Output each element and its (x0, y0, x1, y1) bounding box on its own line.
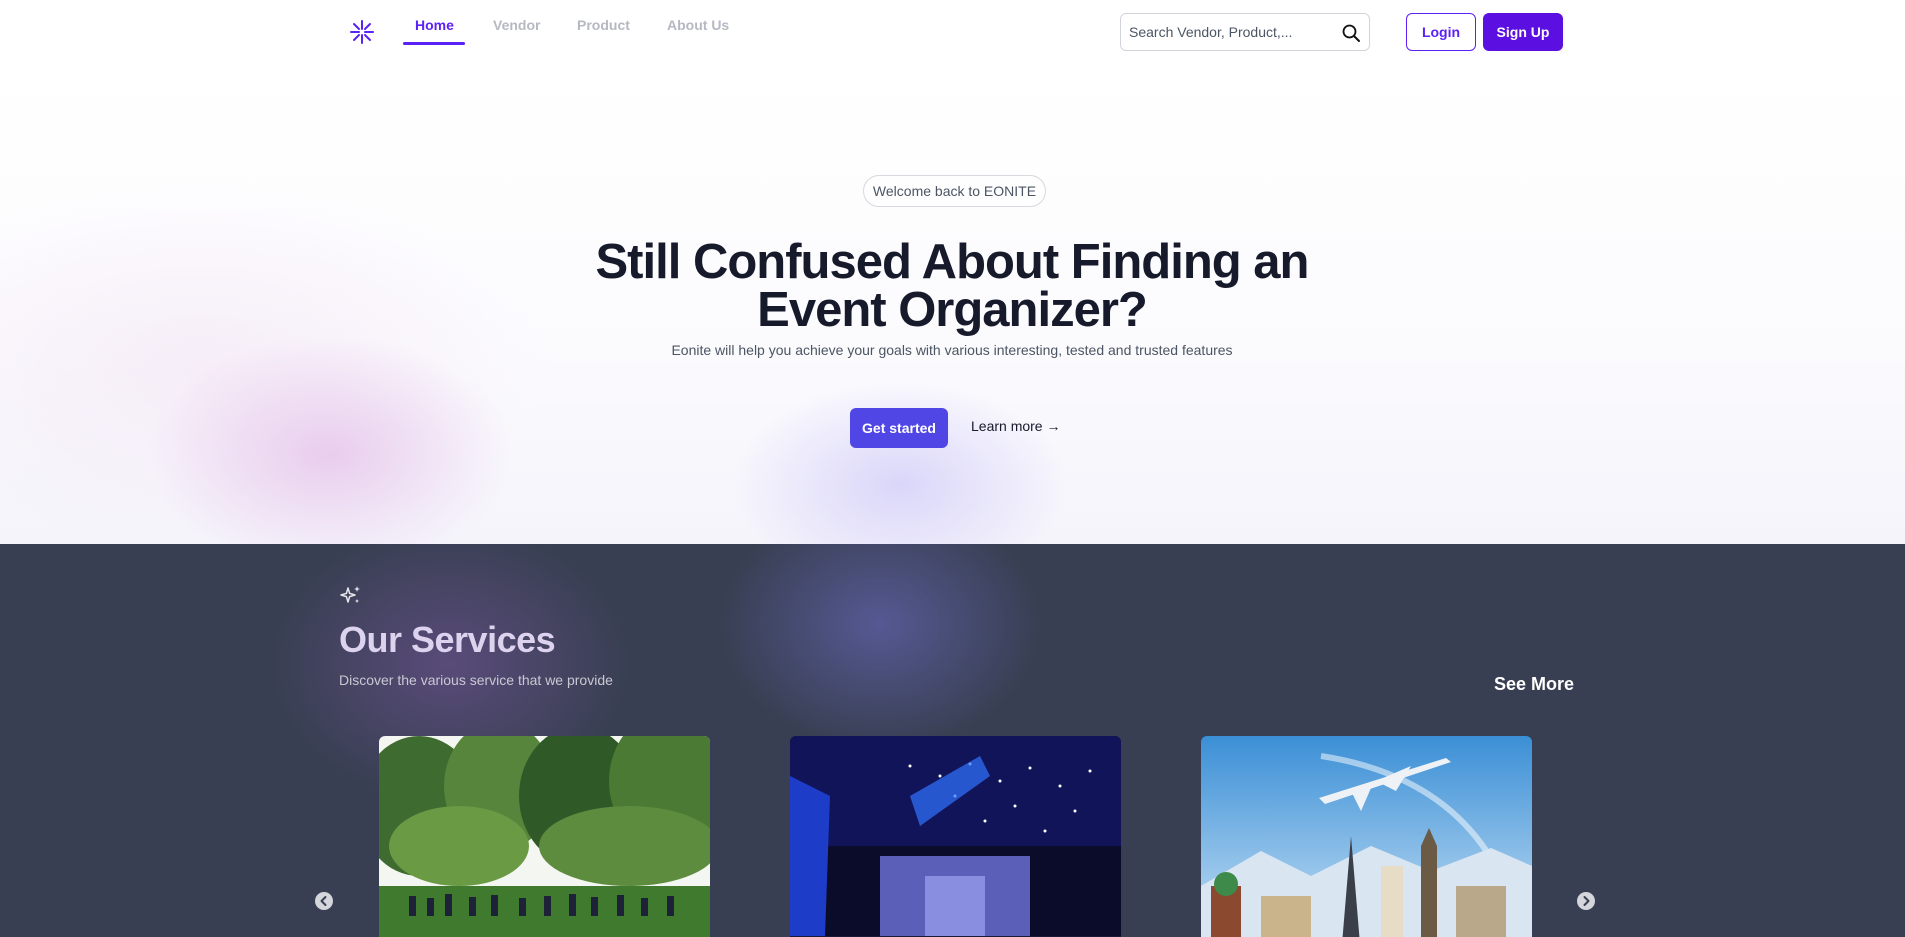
search-icon[interactable] (1341, 23, 1361, 43)
travel-landmarks-airplane-photo (1201, 736, 1532, 937)
nav-link-vendor[interactable]: Vendor (493, 17, 540, 33)
service-card-travel[interactable] (1201, 736, 1532, 937)
carousel-next-button[interactable] (1577, 892, 1595, 910)
login-button[interactable]: Login (1406, 13, 1476, 51)
sparkles-icon (340, 586, 360, 603)
search-box (1120, 13, 1370, 51)
nav-link-about-us[interactable]: About Us (667, 17, 729, 33)
hero-subtitle: Eonite will help you achieve your goals … (671, 342, 1233, 358)
snowflake-logo-icon[interactable] (348, 18, 376, 46)
signup-button[interactable]: Sign Up (1483, 13, 1563, 51)
chevron-left-circle-icon (320, 896, 327, 906)
hero-section: Welcome back to EONITE Still Confused Ab… (0, 64, 1905, 544)
get-started-button[interactable]: Get started (850, 408, 948, 448)
service-card-outdoor-event[interactable] (379, 736, 710, 937)
carousel-prev-button[interactable] (315, 892, 333, 910)
search-input[interactable] (1129, 14, 1334, 50)
outdoor-garden-event-photo (379, 736, 710, 937)
services-title: Our Services (339, 619, 556, 660)
hero-title: Still Confused About Finding an Event Or… (552, 235, 1352, 337)
active-nav-indicator (403, 42, 465, 45)
top-navbar: Home Vendor Product About Us Login Sign … (0, 0, 1905, 64)
services-section: Our Services Discover the various servic… (0, 544, 1905, 937)
chevron-right-circle-icon (1583, 896, 1590, 906)
see-more-link[interactable]: See More (1494, 674, 1574, 695)
learn-more-link[interactable]: Learn more → (971, 418, 1060, 434)
services-subtitle: Discover the various service that we pro… (339, 672, 613, 688)
concert-hall-stage-photo (790, 736, 1121, 937)
hero-title-line-2: Event Organizer? (757, 283, 1148, 337)
welcome-badge: Welcome back to EONITE (863, 175, 1046, 207)
service-card-concert[interactable] (790, 736, 1121, 937)
nav-link-product[interactable]: Product (577, 17, 630, 33)
hero-title-line-1: Still Confused About Finding an (595, 235, 1310, 289)
nav-link-home[interactable]: Home (415, 17, 454, 33)
